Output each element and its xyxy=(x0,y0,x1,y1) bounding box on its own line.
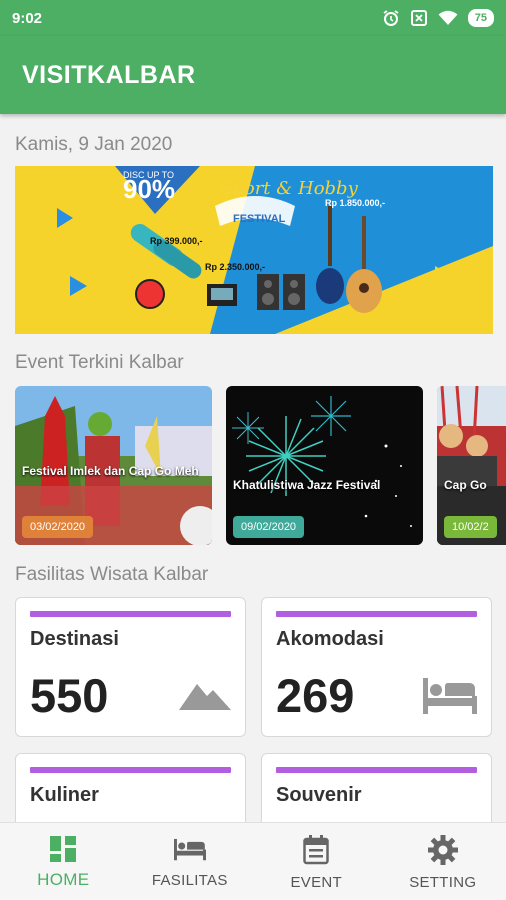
home-content[interactable]: Kamis, 9 Jan 2020 DISC UP TO 90% Sport &… xyxy=(0,114,506,822)
facility-name: Destinasi xyxy=(30,628,119,650)
event-title: Khatulistiwa Jazz Festival xyxy=(233,478,381,492)
facility-card-kuliner[interactable]: Kuliner xyxy=(15,753,246,822)
card-accent-bar xyxy=(276,767,477,773)
facility-name: Kuliner xyxy=(30,784,99,806)
nav-label: HOME xyxy=(37,870,90,889)
app-bar: VISITKALBAR xyxy=(0,36,506,114)
promo-banner[interactable]: DISC UP TO 90% Sport & Hobby FESTIVAL Rp… xyxy=(15,166,493,334)
event-date-badge: 03/02/2020 xyxy=(22,516,94,538)
card-accent-bar xyxy=(30,767,231,773)
date-label: Kamis, 9 Jan 2020 xyxy=(15,134,173,155)
nav-fasilitas[interactable]: FASILITAS xyxy=(127,823,254,900)
bottom-nav: HOME FASILITAS EVENT SETTING xyxy=(0,822,506,900)
nav-setting[interactable]: SETTING xyxy=(380,823,506,900)
event-title: Festival Imlek dan Cap Go Meh xyxy=(22,464,199,478)
gear-icon xyxy=(427,835,458,865)
event-card[interactable]: Festival Imlek dan Cap Go Meh 03/02/2020 xyxy=(15,386,212,545)
facility-name: Souvenir xyxy=(276,784,362,806)
nav-event[interactable]: EVENT xyxy=(253,823,380,900)
event-card[interactable]: Cap Go 10/02/2 xyxy=(437,386,506,545)
nav-label: SETTING xyxy=(409,874,477,891)
event-card[interactable]: Khatulistiwa Jazz Festival 09/02/2020 xyxy=(226,386,423,545)
event-title: Cap Go xyxy=(444,478,487,492)
facility-count: 269 xyxy=(276,669,355,722)
card-accent-bar xyxy=(276,611,477,617)
banner-price-2: Rp 2.350.000,- xyxy=(205,262,265,272)
banner-badge: 90% xyxy=(123,174,175,204)
banner-price-3: Rp 1.850.000,- xyxy=(325,198,385,208)
event-date-badge: 10/02/2 xyxy=(444,516,497,538)
facility-name: Akomodasi xyxy=(276,628,384,650)
events-section-title: Event Terkini Kalbar xyxy=(15,352,184,373)
mountain-icon xyxy=(179,684,231,710)
events-carousel[interactable]: Festival Imlek dan Cap Go Meh 03/02/2020 xyxy=(15,386,506,546)
promo-banner-artwork: DISC UP TO 90% Sport & Hobby FESTIVAL Rp… xyxy=(15,166,493,334)
facility-card-destinasi[interactable]: Destinasi 550 xyxy=(15,597,246,737)
nav-label: FASILITAS xyxy=(151,872,228,889)
app-title: VISITKALBAR xyxy=(22,60,196,89)
facilities-section-title: Fasilitas Wisata Kalbar xyxy=(15,564,209,585)
status-icons: 75 xyxy=(382,9,494,27)
facility-card-souvenir[interactable]: Souvenir xyxy=(261,753,492,822)
bed-icon xyxy=(173,838,206,861)
wifi-icon xyxy=(438,10,458,25)
event-date-badge: 09/02/2020 xyxy=(233,516,305,538)
status-bar: 9:02 75 xyxy=(0,0,506,36)
status-time: 9:02 xyxy=(12,9,43,27)
facility-card-akomodasi[interactable]: Akomodasi 269 xyxy=(261,597,492,737)
alarm-icon xyxy=(383,10,399,26)
facility-count: 550 xyxy=(30,669,109,722)
banner-price-1: Rp 399.000,- xyxy=(150,236,203,246)
bed-icon xyxy=(423,678,477,714)
battery-indicator: 75 xyxy=(467,9,494,27)
card-accent-bar xyxy=(30,611,231,617)
dashboard-icon xyxy=(50,836,77,862)
banner-festival-title: Sport & Hobby xyxy=(220,178,359,199)
sim-blocked-icon xyxy=(410,10,427,26)
calendar-icon xyxy=(303,835,329,865)
nav-label: EVENT xyxy=(290,874,342,891)
banner-festival-sub: FESTIVAL xyxy=(233,213,286,225)
nav-home[interactable]: HOME xyxy=(0,823,127,900)
